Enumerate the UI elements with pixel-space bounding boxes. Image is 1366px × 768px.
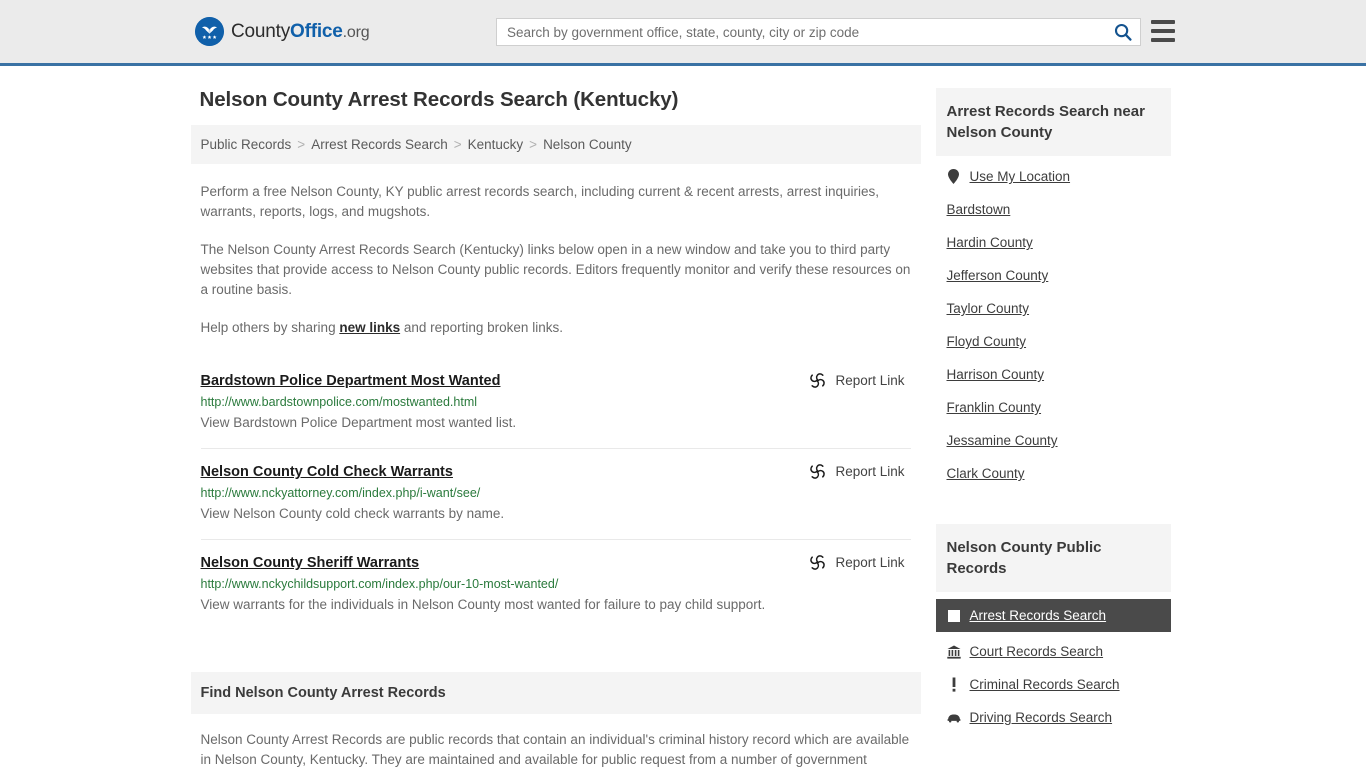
result-url[interactable]: http://www.nckyattorney.com/index.php/i-…	[201, 486, 911, 500]
sidebar-item-jessamine-county[interactable]: Jessamine County	[936, 424, 1171, 457]
result-url[interactable]: http://www.bardstownpolice.com/mostwante…	[201, 395, 911, 409]
sidebar-item-clark-county[interactable]: Clark County	[936, 457, 1171, 490]
sidebar-link-harrison-county[interactable]: Harrison County	[947, 367, 1045, 382]
result-description: View warrants for the individuals in Nel…	[200, 597, 766, 612]
sidebar-link-use-my-location[interactable]: Use My Location	[970, 169, 1071, 184]
sidebar-item-court-records-search[interactable]: Court Records Search	[936, 635, 1171, 668]
report-link-label: Report Link	[835, 373, 905, 388]
car-icon	[946, 710, 961, 725]
result-item: Nelson County Sheriff Warrants http://ww…	[201, 540, 911, 630]
square-icon	[947, 608, 961, 623]
intro-paragraph-1: Perform a free Nelson County, KY public …	[200, 184, 880, 219]
new-links-link[interactable]: new links	[339, 320, 400, 335]
sidebar-link-jefferson-county[interactable]: Jefferson County	[947, 268, 1049, 283]
result-item: Nelson County Cold Check Warrants http:/…	[200, 449, 911, 540]
brand-part-2: Office	[290, 20, 343, 42]
report-link-button[interactable]: Report Link	[809, 554, 905, 571]
breadcrumb-item-arrest-records-search[interactable]: Arrest Records Search	[311, 137, 448, 152]
report-link-button[interactable]: Report Link	[809, 463, 905, 480]
breadcrumb-separator-icon: >	[529, 137, 538, 152]
broken-link-icon	[810, 373, 826, 388]
find-records-heading: Find Nelson County Arrest Records	[190, 672, 921, 714]
sidebar-nearby-heading: Arrest Records Search near Nelson County	[935, 88, 1171, 156]
courthouse-icon	[946, 644, 961, 659]
result-title-link[interactable]: Nelson County Sheriff Warrants	[201, 555, 420, 571]
breadcrumb-item-nelson-county[interactable]: Nelson County	[543, 137, 632, 152]
sidebar-nearby-list: Use My Location Bardstown Hardin County …	[936, 156, 1171, 490]
brand-part-3: .org	[342, 23, 370, 41]
find-records-body: Nelson County Arrest Records are public …	[191, 714, 921, 768]
brand-part-1: County	[231, 20, 291, 42]
sidebar-item-taylor-county[interactable]: Taylor County	[936, 292, 1171, 325]
sidebar-item-floyd-county[interactable]: Floyd County	[936, 325, 1171, 358]
sidebar-link-hardin-county[interactable]: Hardin County	[947, 235, 1033, 250]
page-body: Nelson County Arrest Records Search (Ken…	[0, 66, 1366, 768]
sidebar-item-criminal-records-search[interactable]: Criminal Records Search	[936, 668, 1171, 701]
breadcrumb-item-kentucky[interactable]: Kentucky	[468, 137, 524, 152]
share-text-before: Help others by sharing	[200, 320, 340, 335]
result-description: View Nelson County cold check warrants b…	[200, 506, 505, 521]
sidebar-link-jessamine-county[interactable]: Jessamine County	[947, 433, 1058, 448]
results-list: Bardstown Police Department Most Wanted …	[191, 358, 921, 630]
brand-wordmark: CountyOffice.org	[231, 20, 370, 43]
search-input[interactable]	[497, 19, 1106, 45]
find-records-paragraph: Nelson County Arrest Records are public …	[200, 732, 910, 767]
breadcrumb: Public Records > Arrest Records Search >…	[190, 125, 921, 164]
eagle-shield-logo-icon	[195, 17, 224, 46]
sidebar-item-franklin-county[interactable]: Franklin County	[936, 391, 1171, 424]
sidebar-public-records-heading: Nelson County Public Records	[935, 524, 1171, 592]
report-link-label: Report Link	[835, 464, 905, 479]
hamburger-bar	[1151, 20, 1175, 24]
search-button[interactable]	[1106, 19, 1140, 45]
result-url[interactable]: http://www.nckychildsupport.com/index.ph…	[201, 577, 911, 591]
hamburger-bar	[1151, 38, 1175, 42]
sidebar-item-arrest-records-search[interactable]: Arrest Records Search	[935, 599, 1171, 632]
sidebar-link-criminal-records-search[interactable]: Criminal Records Search	[970, 677, 1120, 692]
sidebar-public-records-list: Arrest Records Search Court Records Sear…	[935, 592, 1171, 734]
search-icon	[1114, 23, 1132, 41]
result-title-link[interactable]: Nelson County Cold Check Warrants	[201, 464, 453, 480]
report-link-label: Report Link	[835, 555, 905, 570]
search-bar[interactable]	[496, 18, 1141, 46]
sidebar-item-jefferson-county[interactable]: Jefferson County	[936, 259, 1171, 292]
sidebar-link-court-records-search[interactable]: Court Records Search	[970, 644, 1104, 659]
broken-link-icon	[810, 464, 826, 479]
sidebar-item-hardin-county[interactable]: Hardin County	[936, 226, 1171, 259]
broken-link-icon	[810, 555, 826, 570]
breadcrumb-separator-icon: >	[297, 137, 306, 152]
sidebar-link-taylor-county[interactable]: Taylor County	[947, 301, 1030, 316]
result-title-link[interactable]: Bardstown Police Department Most Wanted	[201, 373, 501, 389]
intro-paragraph-3: Help others by sharing new links and rep…	[201, 318, 911, 338]
exclamation-icon	[947, 677, 961, 692]
sidebar-item-harrison-county[interactable]: Harrison County	[936, 358, 1171, 391]
sidebar-link-franklin-county[interactable]: Franklin County	[947, 400, 1042, 415]
sidebar-item-use-my-location[interactable]: Use My Location	[936, 160, 1171, 193]
breadcrumb-item-public-records[interactable]: Public Records	[201, 137, 292, 152]
sidebar-item-bardstown[interactable]: Bardstown	[936, 193, 1171, 226]
sidebar-link-arrest-records-search[interactable]: Arrest Records Search	[970, 608, 1107, 623]
share-text-after: and reporting broken links.	[400, 320, 563, 335]
hamburger-menu-icon[interactable]	[1151, 20, 1175, 42]
site-header: CountyOffice.org	[0, 0, 1366, 66]
result-description: View Bardstown Police Department most wa…	[200, 415, 517, 430]
result-item: Bardstown Police Department Most Wanted …	[200, 358, 911, 449]
page-title: Nelson County Arrest Records Search (Ken…	[199, 88, 679, 111]
map-pin-icon	[947, 169, 961, 184]
sidebar-link-clark-county[interactable]: Clark County	[947, 466, 1025, 481]
intro-paragraph-2: The Nelson County Arrest Records Search …	[200, 242, 911, 297]
report-link-button[interactable]: Report Link	[809, 372, 905, 389]
sidebar-link-driving-records-search[interactable]: Driving Records Search	[970, 710, 1113, 725]
breadcrumb-separator-icon: >	[453, 137, 462, 152]
site-logo[interactable]: CountyOffice.org	[195, 17, 370, 46]
sidebar-link-floyd-county[interactable]: Floyd County	[947, 334, 1027, 349]
main-column: Nelson County Arrest Records Search (Ken…	[190, 88, 921, 768]
sidebar-link-bardstown[interactable]: Bardstown	[947, 202, 1011, 217]
hamburger-bar	[1151, 29, 1175, 33]
intro-text: Perform a free Nelson County, KY public …	[191, 182, 921, 338]
sidebar-item-driving-records-search[interactable]: Driving Records Search	[936, 701, 1171, 734]
sidebar: Arrest Records Search near Nelson County…	[935, 88, 1171, 768]
